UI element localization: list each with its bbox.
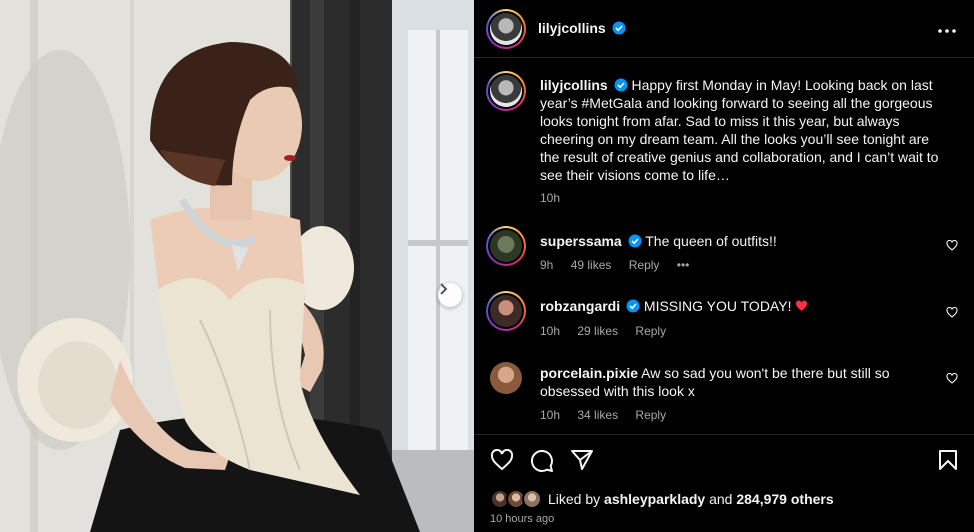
comment-time: 9h (540, 258, 554, 272)
caption-avatar[interactable] (486, 71, 526, 111)
comment-meta: 10h 29 likes Reply (540, 324, 680, 338)
bookmark-icon (939, 450, 957, 470)
verified-badge-icon (614, 78, 628, 92)
heart-outline-icon (946, 306, 958, 318)
comment-item: superssama The queen of outfits!! (540, 232, 920, 250)
comment-item: robzangardi MISSING YOU TODAY! (540, 297, 920, 315)
post-header: lilyjcollins (474, 0, 974, 58)
caption-time: 10h (540, 191, 561, 205)
post-image (0, 0, 474, 532)
caption-username[interactable]: lilyjcollins (540, 77, 608, 93)
post-time[interactable]: 10 hours ago (490, 513, 554, 525)
comment-avatar[interactable] (490, 362, 522, 394)
share-button[interactable] (570, 449, 594, 476)
comment-likes[interactable]: 29 likes (577, 324, 618, 338)
comment-avatar[interactable] (486, 291, 526, 331)
post-actions: Liked by ashleyparklady and 284,979 othe… (474, 434, 974, 532)
comment-time: 10h (540, 324, 561, 338)
liked-by-user[interactable]: ashleyparklady (604, 491, 705, 507)
liked-by-count[interactable]: 284,979 others (736, 491, 833, 507)
comment-button[interactable] (530, 449, 554, 478)
comment-meta: 9h 49 likes Reply ••• (540, 258, 703, 272)
more-horizontal-icon (938, 29, 956, 33)
comment-meta: 10h 34 likes Reply (540, 408, 680, 422)
liked-by-prefix: Liked by (548, 491, 605, 507)
like-button[interactable] (490, 448, 514, 476)
comment-text: The queen of outfits!! (645, 233, 777, 249)
send-icon (571, 450, 593, 470)
comment-likes[interactable]: 49 likes (571, 258, 612, 272)
comment-text: MISSING YOU TODAY! (643, 298, 796, 314)
post-photo (0, 0, 474, 532)
save-button[interactable] (938, 449, 958, 476)
comment-avatar[interactable] (486, 226, 526, 266)
caption-meta: 10h (540, 191, 574, 205)
reply-button[interactable]: Reply (635, 408, 666, 422)
comment-likes[interactable]: 34 likes (577, 408, 618, 422)
next-image-button[interactable] (438, 283, 462, 307)
verified-badge-icon (628, 234, 642, 248)
heart-icon (490, 448, 514, 471)
heart-outline-icon (946, 239, 958, 251)
comment-username[interactable]: superssama (540, 233, 622, 249)
heart-outline-icon (946, 372, 958, 384)
comment-icon (530, 449, 553, 472)
reply-button[interactable]: Reply (629, 258, 660, 272)
liked-by-avatars (490, 489, 542, 509)
post-detail-panel: lilyjcollins lilyjcollins Happy first Mo… (474, 0, 974, 532)
chevron-right-icon (440, 283, 448, 295)
like-comment-button[interactable] (946, 305, 958, 323)
liked-by-and: and (705, 491, 737, 507)
verified-badge-icon (612, 21, 626, 35)
comment-item: porcelain.pixie Aw so sad you won't be t… (540, 364, 920, 400)
author-username[interactable]: lilyjcollins (538, 20, 606, 36)
more-options-button[interactable] (938, 20, 956, 38)
comment-username[interactable]: robzangardi (540, 298, 620, 314)
reply-button[interactable]: Reply (635, 324, 666, 338)
author-avatar[interactable] (486, 9, 526, 49)
comment-username[interactable]: porcelain.pixie (540, 365, 638, 381)
comment-time: 10h (540, 408, 561, 422)
verified-badge-icon (626, 299, 640, 313)
red-heart-emoji-icon (796, 300, 808, 311)
like-comment-button[interactable] (946, 238, 958, 256)
liked-by: Liked by ashleyparklady and 284,979 othe… (490, 489, 834, 509)
comment-options-button[interactable]: ••• (677, 258, 690, 272)
post-caption: lilyjcollins Happy first Monday in May! … (540, 76, 940, 184)
like-comment-button[interactable] (946, 371, 958, 389)
